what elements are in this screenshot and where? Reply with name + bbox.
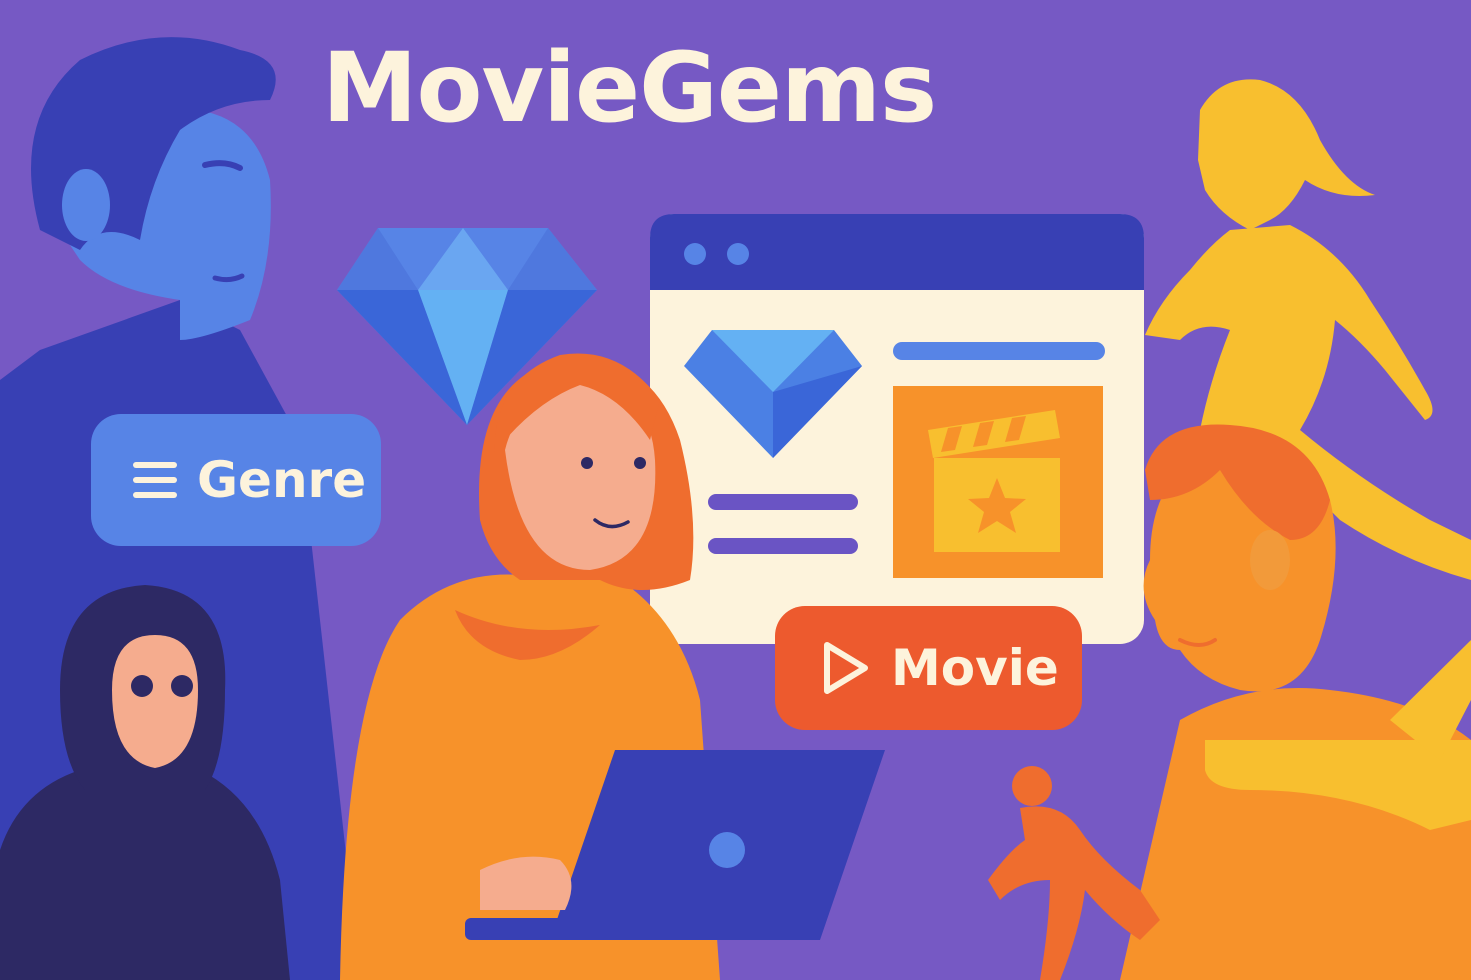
illustration-canvas: MovieGems Genre Movie [0,0,1471,980]
man-figure-right [1120,424,1471,980]
browser-window [650,214,1144,644]
app-title: MovieGems [322,32,937,144]
movie-label: Movie [891,639,1059,697]
play-icon [824,642,868,694]
clapperboard-icon [928,410,1060,552]
genre-label: Genre [197,451,367,509]
menu-icon [133,462,177,498]
movie-button[interactable]: Movie [775,606,1082,730]
genre-button[interactable]: Genre [91,414,381,546]
